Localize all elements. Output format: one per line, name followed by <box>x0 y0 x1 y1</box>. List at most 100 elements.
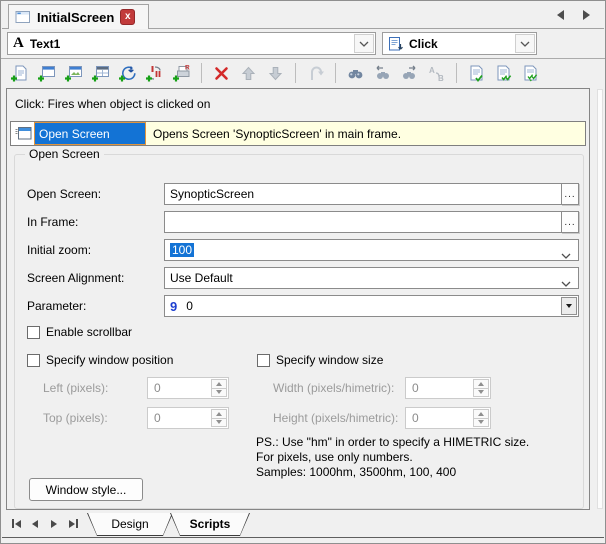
verify-checked-icon[interactable] <box>493 63 514 84</box>
note-line-1: PS.: Use "hm" in order to specify a HIME… <box>256 435 529 450</box>
specify-window-size-label: Specify window size <box>276 353 383 367</box>
chevron-down-icon[interactable] <box>561 248 571 262</box>
event-selector-value: Click <box>409 37 438 51</box>
tab-scroll-left-icon[interactable] <box>557 10 564 20</box>
specify-window-size-checkbox[interactable]: Specify window size <box>257 353 383 367</box>
next-tab-icon[interactable] <box>46 517 62 530</box>
width-label: Width (pixels/himetric): <box>273 381 394 395</box>
verify-all-icon[interactable] <box>520 63 541 84</box>
open-screen-value: SynopticScreen <box>170 187 254 201</box>
add-frame-window-icon[interactable] <box>90 63 111 84</box>
verify-document-icon[interactable] <box>466 63 487 84</box>
event-selector[interactable]: Click <box>382 32 537 55</box>
top-pixels-spinner[interactable] <box>211 409 227 427</box>
move-up-icon[interactable] <box>238 63 259 84</box>
width-spinner[interactable] <box>473 379 489 397</box>
chevron-down-icon[interactable] <box>354 34 374 53</box>
script-config-panel: Click: Fires when object is clicked on O… <box>6 88 590 510</box>
close-tab-icon[interactable]: x <box>120 9 135 25</box>
enable-scrollbar-checkbox[interactable]: Enable scrollbar <box>27 325 132 339</box>
screen-alignment-label: Screen Alignment: <box>27 271 124 285</box>
find-next-icon[interactable] <box>399 63 420 84</box>
action-row[interactable]: Open Screen Opens Screen 'SynopticScreen… <box>10 121 586 146</box>
open-screen-action-icon <box>11 122 34 145</box>
add-printer-report-icon[interactable]: R <box>171 63 192 84</box>
open-screen-browse-button[interactable]: ... <box>561 183 579 205</box>
object-selector[interactable]: A Text1 <box>7 32 376 55</box>
tab-design[interactable]: Design <box>87 513 173 536</box>
divider <box>1 58 605 59</box>
add-task-icon[interactable] <box>144 63 165 84</box>
spin-up-icon[interactable] <box>473 379 489 389</box>
screen-document-icon <box>15 10 31 24</box>
spin-down-icon[interactable] <box>473 419 489 428</box>
import-screen-icon[interactable] <box>117 63 138 84</box>
left-pixels-spinner[interactable] <box>211 379 227 397</box>
in-frame-label: In Frame: <box>27 215 78 229</box>
parameter-dropdown-button[interactable] <box>561 297 577 315</box>
add-window-icon[interactable] <box>36 63 57 84</box>
move-down-icon[interactable] <box>265 63 286 84</box>
parameter-label: Parameter: <box>27 299 86 313</box>
document-tabstrip: InitialScreen x <box>2 1 604 29</box>
replace-a-b-icon[interactable]: A B <box>426 63 447 84</box>
spin-down-icon[interactable] <box>473 389 489 398</box>
screen-alignment-combobox[interactable]: Use Default <box>164 267 579 289</box>
spin-up-icon[interactable] <box>473 409 489 419</box>
window-style-button[interactable]: Window style... <box>29 478 143 501</box>
top-pixels-label: Top (pixels): <box>43 411 108 425</box>
spin-down-icon[interactable] <box>211 389 227 398</box>
in-frame-browse-button[interactable]: ... <box>561 211 579 233</box>
checkbox-box[interactable] <box>257 354 270 367</box>
height-value: 0 <box>412 411 419 425</box>
toolbar-separator <box>295 63 296 83</box>
checkbox-box[interactable] <box>27 326 40 339</box>
find-previous-icon[interactable] <box>372 63 393 84</box>
divider <box>2 537 604 538</box>
svg-text:A: A <box>429 66 435 75</box>
left-pixels-field[interactable]: 0 <box>147 377 229 399</box>
initial-zoom-label: Initial zoom: <box>27 243 91 257</box>
top-pixels-field[interactable]: 0 <box>147 407 229 429</box>
svg-text:R: R <box>185 64 190 71</box>
first-tab-icon[interactable] <box>8 517 24 530</box>
note-line-3: Samples: 1000hm, 3500hm, 100, 400 <box>256 465 529 480</box>
spin-up-icon[interactable] <box>211 409 227 419</box>
toolbar-separator <box>335 63 336 83</box>
goto-reference-icon[interactable] <box>305 63 326 84</box>
tab-scripts[interactable]: Scripts <box>170 513 250 536</box>
last-tab-icon[interactable] <box>65 517 81 530</box>
delete-icon[interactable] <box>211 63 232 84</box>
bottom-tab-bar: Design Scripts <box>2 511 604 537</box>
add-picture-window-icon[interactable] <box>63 63 84 84</box>
script-editor-window: InitialScreen x A Text1 Click <box>0 0 606 544</box>
event-description: Click: Fires when object is clicked on <box>15 97 210 111</box>
height-spinner[interactable] <box>473 409 489 427</box>
checkbox-box[interactable] <box>27 354 40 367</box>
add-document-icon[interactable] <box>9 63 30 84</box>
open-screen-field[interactable]: SynopticScreen ... <box>164 183 579 205</box>
tab-scroll-right-icon[interactable] <box>583 10 590 20</box>
action-name[interactable]: Open Screen <box>34 122 146 145</box>
initial-zoom-combobox[interactable]: 100 <box>164 239 579 261</box>
event-script-icon <box>388 36 403 52</box>
height-field[interactable]: 0 <box>405 407 491 429</box>
width-field[interactable]: 0 <box>405 377 491 399</box>
tab-scripts-label: Scripts <box>171 513 249 535</box>
parameter-value: 0 <box>186 299 193 313</box>
previous-tab-icon[interactable] <box>27 517 43 530</box>
tab-design-label: Design <box>88 513 172 535</box>
chevron-down-icon[interactable] <box>515 34 535 53</box>
spin-down-icon[interactable] <box>211 419 227 428</box>
note-line-2: For pixels, use only numbers. <box>256 450 529 465</box>
specify-window-position-checkbox[interactable]: Specify window position <box>27 353 173 367</box>
text-object-icon: A <box>13 35 24 52</box>
script-toolbar: R <box>9 61 541 85</box>
parameter-field[interactable]: 9 0 <box>164 295 579 317</box>
chevron-down-icon[interactable] <box>561 276 571 290</box>
vertical-scrollbar-track[interactable] <box>597 89 603 509</box>
find-icon[interactable] <box>345 63 366 84</box>
spin-up-icon[interactable] <box>211 379 227 389</box>
tab-initialscreen[interactable]: InitialScreen x <box>8 4 149 29</box>
in-frame-field[interactable]: ... <box>164 211 579 233</box>
